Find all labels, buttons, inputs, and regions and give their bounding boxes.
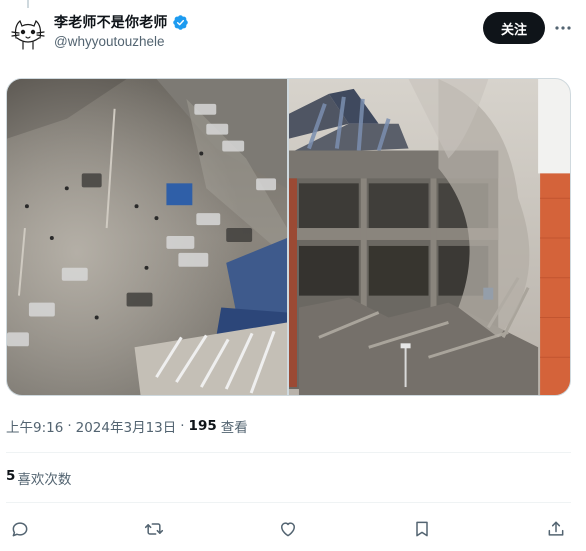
thread-line (27, 0, 29, 8)
post-time[interactable]: 上午9:16 (6, 416, 63, 436)
author-name-row[interactable]: 李老师不是你老师 (54, 12, 189, 32)
meta-separator: · (67, 418, 72, 434)
views-label: 查看 (220, 420, 248, 436)
divider (6, 502, 571, 503)
action-bar (0, 514, 586, 544)
collapsed-building-photo[interactable] (289, 79, 570, 395)
bookmark-button[interactable] (409, 516, 435, 542)
like-icon (281, 522, 295, 537)
likes-summary[interactable]: 5 喜欢次数 (6, 468, 71, 488)
share-button[interactable] (543, 516, 569, 542)
retweet-button[interactable] (141, 516, 167, 542)
reply-icon (12, 522, 28, 537)
views-count: 195 (188, 418, 217, 434)
likes-label: 喜欢次数 (17, 472, 72, 488)
avatar[interactable] (8, 12, 48, 52)
divider (6, 452, 571, 453)
bookmark-icon (416, 521, 428, 537)
reply-button[interactable] (7, 516, 33, 542)
verified-badge-icon (172, 14, 188, 30)
display-name[interactable]: 李老师不是你老师 (54, 12, 168, 32)
author-handle[interactable]: @whyyoutouzhele (54, 34, 165, 49)
more-horizontal-icon (555, 26, 571, 30)
post-meta: 上午9:16 · 2024年3月13日 · 195 查看 (6, 416, 248, 436)
follow-button[interactable]: 关注 (483, 12, 545, 44)
more-options-button[interactable] (551, 16, 575, 40)
post-date[interactable]: 2024年3月13日 (76, 416, 177, 436)
like-button[interactable] (275, 516, 301, 542)
likes-count: 5 (6, 468, 16, 484)
explosion-street-aerial-photo[interactable] (7, 79, 287, 395)
retweet-icon (144, 523, 164, 535)
meta-separator: · (180, 418, 185, 434)
media-grid (6, 78, 571, 396)
share-icon (548, 521, 564, 536)
